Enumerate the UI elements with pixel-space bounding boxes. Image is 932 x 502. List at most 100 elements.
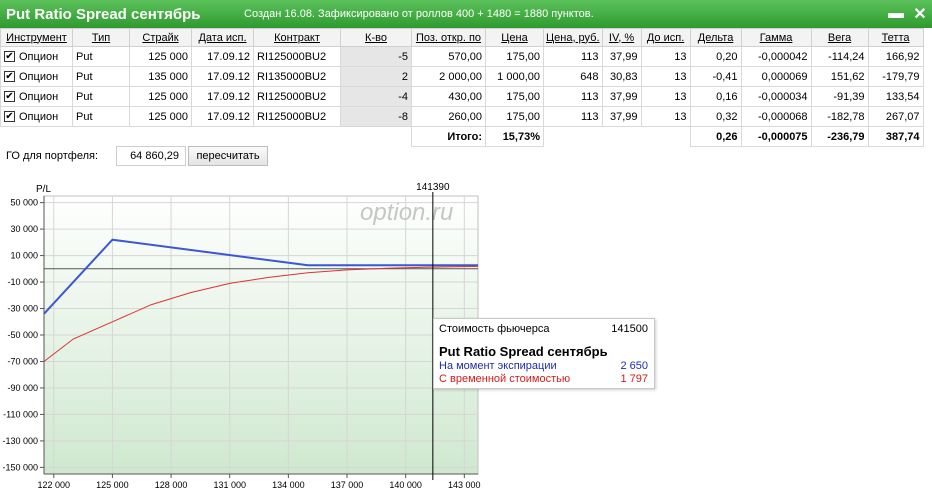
- window-subtitle: Создан 16.08. Зафиксировано от роллов 40…: [244, 8, 594, 20]
- totals-gamma: -0,000075: [740, 126, 812, 147]
- x-tick-label: 131 000: [213, 480, 246, 490]
- col-header-days[interactable]: До исп.: [640, 28, 691, 47]
- cell-vega: -91,39: [810, 86, 869, 107]
- row-checkbox[interactable]: ✔: [4, 91, 15, 103]
- cell-days: 13: [640, 106, 691, 127]
- x-tick-label: 134 000: [272, 480, 305, 490]
- title-bar: Put Ratio Spread сентябрь Создан 16.08. …: [0, 0, 932, 28]
- cell-theta: 133,54: [867, 86, 924, 107]
- col-header-qty[interactable]: К-во: [340, 28, 412, 47]
- cell-theta: 267,07: [867, 106, 924, 127]
- cell-strike: 125 000: [129, 106, 192, 127]
- totals-theta: 387,74: [867, 126, 924, 147]
- col-header-delta[interactable]: Дельта: [689, 28, 742, 47]
- cursor-label: 141390: [416, 182, 450, 193]
- cell-expiry: 17.09.12: [191, 106, 254, 127]
- table-row[interactable]: ✔ Опцион Put 125 000 17.09.12 RI125000BU2 -8 26…: [0, 106, 924, 127]
- y-tick-label: -130 000: [2, 436, 38, 446]
- cell-price: 175,00: [485, 106, 544, 127]
- window-title: Put Ratio Spread сентябрь: [6, 5, 201, 23]
- col-header-open-price[interactable]: Поз. откр. по: [411, 28, 486, 47]
- minimize-icon[interactable]: ▬: [884, 0, 908, 28]
- watermark: option.ru: [360, 199, 453, 226]
- cell-price: 175,00: [485, 86, 544, 107]
- y-tick-label: -70 000: [7, 356, 38, 366]
- cell-qty[interactable]: -4: [340, 86, 412, 107]
- col-header-iv[interactable]: IV, %: [601, 28, 642, 47]
- col-header-vega[interactable]: Вега: [810, 28, 869, 47]
- recalculate-button[interactable]: пересчитать: [188, 146, 268, 166]
- tooltip-expiration: На момент экспирации 2 650: [439, 360, 648, 372]
- cell-delta: 0,16: [689, 86, 742, 107]
- cell-iv: 37,99: [601, 106, 642, 127]
- cell-instrument: ✔ Опцион: [0, 106, 73, 127]
- totals-delta: 0,26: [689, 126, 742, 147]
- cell-qty[interactable]: -8: [340, 106, 412, 127]
- col-header-price-rub[interactable]: Цена, руб.: [543, 28, 603, 47]
- col-header-price[interactable]: Цена: [485, 28, 544, 47]
- cell-strike: 125 000: [129, 46, 192, 67]
- tooltip-title: Put Ratio Spread сентябрь: [439, 344, 648, 359]
- margin-label: ГО для портфеля:: [6, 150, 99, 162]
- y-tick-label: -110 000: [3, 409, 38, 419]
- pnl-chart[interactable]: 50 000 30 000 10 000 -10 000 -30 000 -50 000 -…: [0, 180, 490, 502]
- x-tick-label: 125 000: [96, 480, 129, 490]
- cell-days: 13: [640, 46, 691, 67]
- cell-gamma: -0,000042: [740, 46, 812, 67]
- col-header-gamma[interactable]: Гамма: [740, 28, 812, 47]
- cell-expiry: 17.09.12: [191, 66, 254, 87]
- col-header-expiry[interactable]: Дата исп.: [191, 28, 254, 47]
- x-tick-label: 140 000: [389, 480, 422, 490]
- cell-gamma: 0,000069: [740, 66, 812, 87]
- cell-type: Put: [72, 86, 130, 107]
- cell-instrument-label: Опцион: [19, 90, 59, 103]
- close-icon[interactable]: ✕: [908, 0, 932, 28]
- cell-instrument-label: Опцион: [19, 50, 59, 63]
- table-row[interactable]: ✔ Опцион Put 135 000 17.09.12 RI135000BU2 2 2 0…: [0, 66, 924, 87]
- table-row[interactable]: ✔ Опцион Put 125 000 17.09.12 RI125000BU2 -4 43…: [0, 86, 924, 107]
- table-header-row: Инструмент Тип Страйк Дата исп. Контракт…: [0, 28, 924, 47]
- positions-table: Инструмент Тип Страйк Дата исп. Контракт…: [0, 28, 924, 147]
- col-header-theta[interactable]: Тетта: [867, 28, 924, 47]
- cell-days: 13: [640, 86, 691, 107]
- cell-delta: 0,20: [689, 46, 742, 67]
- col-header-instrument[interactable]: Инструмент: [0, 28, 73, 47]
- row-checkbox[interactable]: ✔: [4, 111, 15, 123]
- cell-gamma: -0,000034: [740, 86, 812, 107]
- cell-strike: 135 000: [129, 66, 192, 87]
- cell-instrument: ✔ Опцион: [0, 86, 73, 107]
- x-tick-label: 122 000: [38, 480, 71, 490]
- tooltip-header: Стоимость фьючерса 141500: [439, 323, 648, 335]
- cell-qty[interactable]: -5: [340, 46, 412, 67]
- y-tick-label: -50 000: [7, 330, 38, 340]
- tooltip-header-label: Стоимость фьючерса: [439, 323, 550, 335]
- cell-strike: 125 000: [129, 86, 192, 107]
- cell-price: 1 000,00: [485, 66, 544, 87]
- tooltip-title-text: Put Ratio Spread сентябрь: [439, 344, 608, 359]
- cell-expiry: 17.09.12: [191, 46, 254, 67]
- cell-iv: 37,99: [601, 46, 642, 67]
- col-header-strike[interactable]: Страйк: [129, 28, 192, 47]
- totals-price-pct: 15,73%: [485, 126, 544, 147]
- cell-contract: RI135000BU2: [253, 66, 341, 87]
- x-tick-label: 143 000: [448, 480, 481, 490]
- cell-instrument: ✔ Опцион: [0, 46, 73, 67]
- cell-open-price: 260,00: [411, 106, 486, 127]
- col-header-type[interactable]: Тип: [72, 28, 130, 47]
- y-axis-label: P/L: [36, 184, 51, 195]
- cell-vega: 151,62: [810, 66, 869, 87]
- cell-price-rub: 113: [543, 46, 603, 67]
- cell-theta: 166,92: [867, 46, 924, 67]
- row-checkbox[interactable]: ✔: [4, 51, 15, 63]
- y-tick-label: 50 000: [10, 198, 38, 208]
- x-tick-label: 128 000: [155, 480, 188, 490]
- cell-price-rub: 113: [543, 106, 603, 127]
- cell-type: Put: [72, 66, 130, 87]
- y-tick-label: -90 000: [7, 383, 38, 393]
- cell-qty[interactable]: 2: [340, 66, 412, 87]
- col-header-contract[interactable]: Контракт: [253, 28, 341, 47]
- row-checkbox[interactable]: ✔: [4, 71, 15, 83]
- totals-vega: -236,79: [810, 126, 869, 147]
- table-row[interactable]: ✔ Опцион Put 125 000 17.09.12 RI125000BU2 -5 57…: [0, 46, 924, 67]
- cell-delta: 0,32: [689, 106, 742, 127]
